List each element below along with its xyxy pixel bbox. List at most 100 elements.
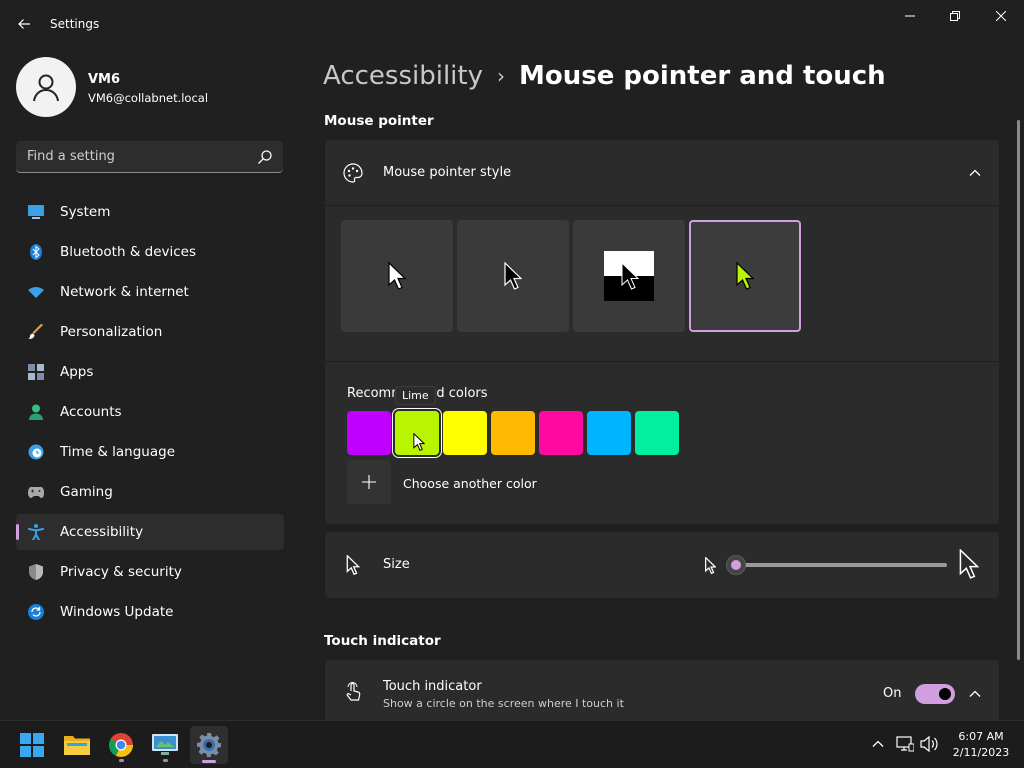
breadcrumb-separator: › xyxy=(497,64,505,88)
chevron-up-icon[interactable] xyxy=(968,687,982,701)
sidebar-item-accessibility[interactable]: Accessibility xyxy=(16,514,284,550)
color-swatch-purple[interactable] xyxy=(347,411,391,455)
settings-taskbar-button[interactable] xyxy=(190,726,228,764)
sidebar-item-windows-update[interactable]: Windows Update xyxy=(16,594,284,630)
page-title: Mouse pointer and touch xyxy=(519,61,886,91)
sidebar-item-apps[interactable]: Apps xyxy=(16,354,284,390)
running-indicator xyxy=(119,759,124,762)
minimize-button[interactable] xyxy=(887,0,933,32)
start-button[interactable] xyxy=(13,726,51,764)
touch-indicator-label: Touch indicator xyxy=(383,679,482,694)
small-pointer-icon xyxy=(705,557,716,574)
sidebar-item-gaming[interactable]: Gaming xyxy=(16,474,284,510)
toggle-state-label: On xyxy=(883,686,902,701)
touch-indicator-toggle[interactable] xyxy=(915,684,955,704)
color-swatch-pink[interactable] xyxy=(539,411,583,455)
touch-icon xyxy=(343,682,363,702)
color-swatch-blue[interactable] xyxy=(587,411,631,455)
close-button[interactable] xyxy=(978,0,1024,32)
color-swatch-lime[interactable] xyxy=(395,411,439,455)
search-icon[interactable] xyxy=(257,149,273,165)
color-swatch-yellow[interactable] xyxy=(443,411,487,455)
color-swatch-green[interactable] xyxy=(635,411,679,455)
mouse-cursor-icon xyxy=(413,433,425,451)
volume-tray-button[interactable] xyxy=(918,733,940,755)
update-icon xyxy=(28,604,44,620)
sidebar-item-privacy-security[interactable]: Privacy & security xyxy=(16,554,284,590)
sidebar-item-label: Privacy & security xyxy=(60,564,182,580)
choose-another-color-label[interactable]: Choose another color xyxy=(403,476,537,491)
pointer-style-black[interactable] xyxy=(457,220,569,332)
plus-icon xyxy=(362,475,376,489)
user-icon xyxy=(33,74,59,102)
search-box[interactable] xyxy=(16,141,283,173)
mouse-pointer-style-header[interactable]: Mouse pointer style xyxy=(325,140,999,206)
show-hidden-icons-button[interactable] xyxy=(867,733,889,755)
network-tray-button[interactable] xyxy=(894,733,916,755)
avatar[interactable] xyxy=(16,57,76,117)
bluetooth-icon xyxy=(28,244,44,260)
sidebar-item-label: Network & internet xyxy=(60,284,189,300)
remote-desktop-button[interactable] xyxy=(146,726,184,764)
scrollbar[interactable] xyxy=(1017,120,1020,660)
system-clock[interactable]: 6:07 AM 2/11/2023 xyxy=(948,729,1014,761)
restore-button[interactable] xyxy=(932,0,978,32)
palette-icon xyxy=(343,163,363,183)
chevron-up-icon[interactable] xyxy=(968,166,982,180)
sidebar-item-bluetooth[interactable]: Bluetooth & devices xyxy=(16,234,284,270)
sidebar-item-label: Accessibility xyxy=(60,524,144,540)
restore-icon xyxy=(950,11,960,21)
sidebar-item-label: Personalization xyxy=(60,324,163,340)
size-label: Size xyxy=(383,557,410,572)
apps-icon xyxy=(28,364,44,380)
sidebar-item-label: Accounts xyxy=(60,404,122,420)
chrome-button[interactable] xyxy=(102,726,140,764)
app-title: Settings xyxy=(50,17,100,31)
accounts-icon xyxy=(28,404,44,420)
sidebar-item-system[interactable]: System xyxy=(16,194,284,230)
size-card: Size xyxy=(325,532,999,598)
pointer-icon xyxy=(343,555,363,575)
running-indicator xyxy=(163,759,168,762)
sidebar-item-label: Apps xyxy=(60,364,94,380)
monitor-icon xyxy=(152,734,178,755)
gear-icon xyxy=(197,733,221,757)
volume-icon xyxy=(920,736,938,752)
pointer-style-white[interactable] xyxy=(341,220,453,332)
sidebar-item-label: Bluetooth & devices xyxy=(60,244,197,260)
title-bar: Settings xyxy=(0,0,1024,48)
back-arrow-icon xyxy=(18,19,30,29)
profile-email: VM6@collabnet.local xyxy=(88,91,209,105)
shield-icon xyxy=(28,564,44,580)
color-swatch-gold[interactable] xyxy=(491,411,535,455)
custom-color-pointer-icon xyxy=(736,262,754,290)
color-tooltip: Lime xyxy=(395,386,436,405)
pointer-style-custom[interactable] xyxy=(689,220,801,332)
touch-indicator-card[interactable]: Touch indicator Show a circle on the scr… xyxy=(325,660,999,720)
inverted-pointer-preview xyxy=(604,251,654,301)
breadcrumb-parent[interactable]: Accessibility xyxy=(323,61,483,91)
choose-another-color-button[interactable] xyxy=(347,460,391,504)
white-pointer-icon xyxy=(388,262,406,290)
close-icon xyxy=(996,11,1006,21)
folder-icon xyxy=(64,736,90,755)
taskbar: 6:07 AM 2/11/2023 xyxy=(0,720,1024,768)
sidebar-nav: System Bluetooth & devices Network & int… xyxy=(16,194,284,634)
file-explorer-button[interactable] xyxy=(58,726,96,764)
toggle-knob xyxy=(939,688,951,700)
windows-logo-icon xyxy=(20,733,44,757)
size-slider-track[interactable] xyxy=(737,563,947,567)
minimize-icon xyxy=(905,15,915,17)
sidebar-item-time-language[interactable]: Time & language xyxy=(16,434,284,470)
back-button[interactable] xyxy=(8,8,40,40)
sidebar-item-network[interactable]: Network & internet xyxy=(16,274,284,310)
size-slider-thumb[interactable] xyxy=(726,555,746,575)
breadcrumb: Accessibility › Mouse pointer and touch xyxy=(323,58,886,94)
section-title-touch-indicator: Touch indicator xyxy=(324,633,441,649)
search-input[interactable] xyxy=(16,141,251,172)
sidebar-item-personalization[interactable]: Personalization xyxy=(16,314,284,350)
large-pointer-icon xyxy=(959,549,979,579)
sidebar-item-accounts[interactable]: Accounts xyxy=(16,394,284,430)
pointer-style-inverted[interactable] xyxy=(573,220,685,332)
clock-time: 6:07 AM xyxy=(958,730,1004,743)
